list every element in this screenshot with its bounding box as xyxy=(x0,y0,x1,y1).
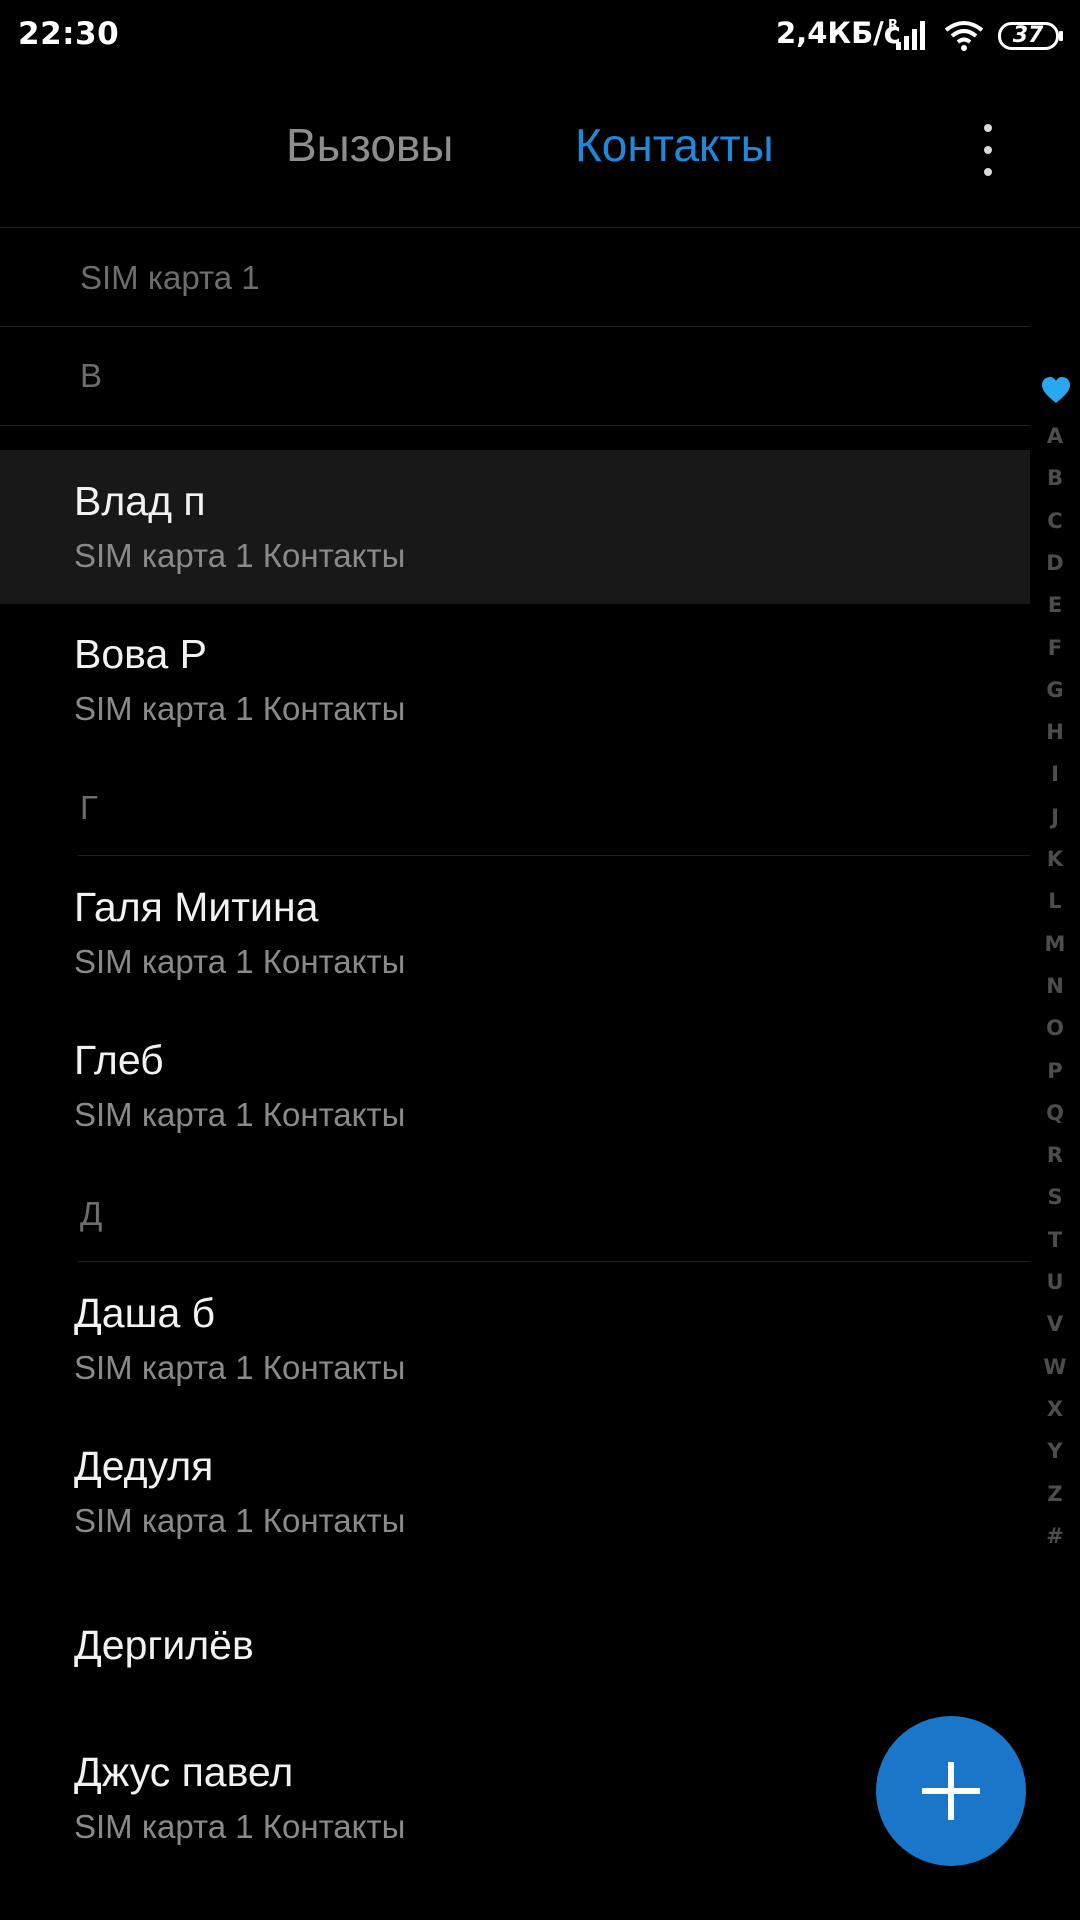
alphabet-index-letter[interactable]: G xyxy=(1036,678,1074,702)
alphabet-index-letter[interactable]: D xyxy=(1036,551,1074,575)
alphabet-index-letter[interactable]: # xyxy=(1036,1524,1074,1548)
alphabet-index-letter[interactable]: J xyxy=(1036,805,1074,829)
contact-row[interactable]: Влад п SIM карта 1 Контакты xyxy=(0,450,1030,604)
contact-account: SIM карта 1 Контакты xyxy=(74,1096,406,1133)
alphabet-index-letter[interactable]: A xyxy=(1036,424,1074,448)
contact-row[interactable]: Глеб SIM карта 1 Контакты xyxy=(0,1009,1030,1163)
divider xyxy=(0,326,1030,327)
contact-row[interactable]: Дергилёв xyxy=(0,1568,1030,1696)
contact-name: Вова Р xyxy=(74,631,208,677)
contact-name: Глеб xyxy=(74,1037,164,1083)
alphabet-index-letter[interactable]: U xyxy=(1036,1270,1074,1294)
alphabet-index-letter[interactable]: V xyxy=(1036,1312,1074,1336)
contact-name: Галя Митина xyxy=(74,884,319,930)
section-header: В xyxy=(80,357,103,394)
alphabet-index-letter[interactable]: R xyxy=(1036,1143,1074,1167)
network-speed: 2,4КБ/с xyxy=(776,16,901,50)
cell-signal-icon: R xyxy=(888,18,925,50)
contact-row[interactable]: Дедуля SIM карта 1 Контакты xyxy=(0,1415,1030,1569)
contact-name: Дедуля xyxy=(74,1443,214,1489)
heart-icon[interactable] xyxy=(1041,376,1071,404)
status-bar: 22:30 2,4КБ/с R 37 xyxy=(0,0,1080,72)
account-header: SIM карта 1 xyxy=(80,259,260,296)
contact-row[interactable]: Галя Митина SIM карта 1 Контакты xyxy=(0,856,1030,1010)
section-header: Д xyxy=(80,1195,103,1232)
alphabet-index-letter[interactable]: B xyxy=(1036,466,1074,490)
contact-account: SIM карта 1 Контакты xyxy=(74,1502,406,1539)
contact-row[interactable]: Вова Р SIM карта 1 Контакты xyxy=(0,603,1030,757)
tab-bar: Вызовы Контакты xyxy=(0,72,1080,228)
section-header: Г xyxy=(80,789,98,826)
alphabet-index-letter[interactable]: C xyxy=(1036,509,1074,533)
contact-name: Дергилёв xyxy=(74,1622,254,1668)
alphabet-index-letter[interactable]: M xyxy=(1036,932,1074,956)
alphabet-index-letter[interactable]: N xyxy=(1036,974,1074,998)
alphabet-index-letter[interactable]: Q xyxy=(1036,1101,1074,1125)
roaming-indicator: R xyxy=(888,18,898,33)
alphabet-index-letter[interactable]: Y xyxy=(1036,1439,1074,1463)
alphabet-index-letter[interactable]: F xyxy=(1036,636,1074,660)
alphabet-index-letter[interactable]: P xyxy=(1036,1059,1074,1083)
contact-account: SIM карта 1 Контакты xyxy=(74,1349,406,1386)
contact-account: SIM карта 1 Контакты xyxy=(74,537,406,574)
alphabet-index-letter[interactable]: E xyxy=(1036,593,1074,617)
contact-name: Влад п xyxy=(74,478,206,524)
more-vertical-icon[interactable] xyxy=(974,124,1004,176)
alphabet-index-letter[interactable]: L xyxy=(1036,889,1074,913)
divider xyxy=(0,425,1030,426)
alphabet-index-letter[interactable]: W xyxy=(1036,1355,1074,1379)
alphabet-index-letter[interactable]: X xyxy=(1036,1397,1074,1421)
alphabet-index-letter[interactable]: Z xyxy=(1036,1482,1074,1506)
contact-row[interactable]: Даша б SIM карта 1 Контакты xyxy=(0,1262,1030,1416)
battery-icon: 37 xyxy=(998,22,1064,50)
battery-level: 37 xyxy=(1012,23,1044,48)
tab-calls[interactable]: Вызовы xyxy=(286,118,453,172)
contact-name: Даша б xyxy=(74,1290,216,1336)
alphabet-index-letter[interactable]: T xyxy=(1036,1228,1074,1252)
tab-contacts[interactable]: Контакты xyxy=(575,118,774,172)
plus-icon xyxy=(922,1762,980,1820)
add-contact-button[interactable] xyxy=(876,1716,1026,1866)
contact-account: SIM карта 1 Контакты xyxy=(74,1808,406,1845)
alphabet-index-letter[interactable]: S xyxy=(1036,1185,1074,1209)
divider xyxy=(0,227,1080,228)
status-time: 22:30 xyxy=(18,16,120,52)
alphabet-index-letter[interactable]: H xyxy=(1036,720,1074,744)
alphabet-index-letter[interactable]: O xyxy=(1036,1016,1074,1040)
contact-account: SIM карта 1 Контакты xyxy=(74,943,406,980)
contact-account: SIM карта 1 Контакты xyxy=(74,690,406,727)
wifi-icon xyxy=(944,21,984,51)
alphabet-index-letter[interactable]: I xyxy=(1036,762,1074,786)
contact-name: Джус павел xyxy=(74,1749,294,1795)
alphabet-index-letter[interactable]: K xyxy=(1036,847,1074,871)
